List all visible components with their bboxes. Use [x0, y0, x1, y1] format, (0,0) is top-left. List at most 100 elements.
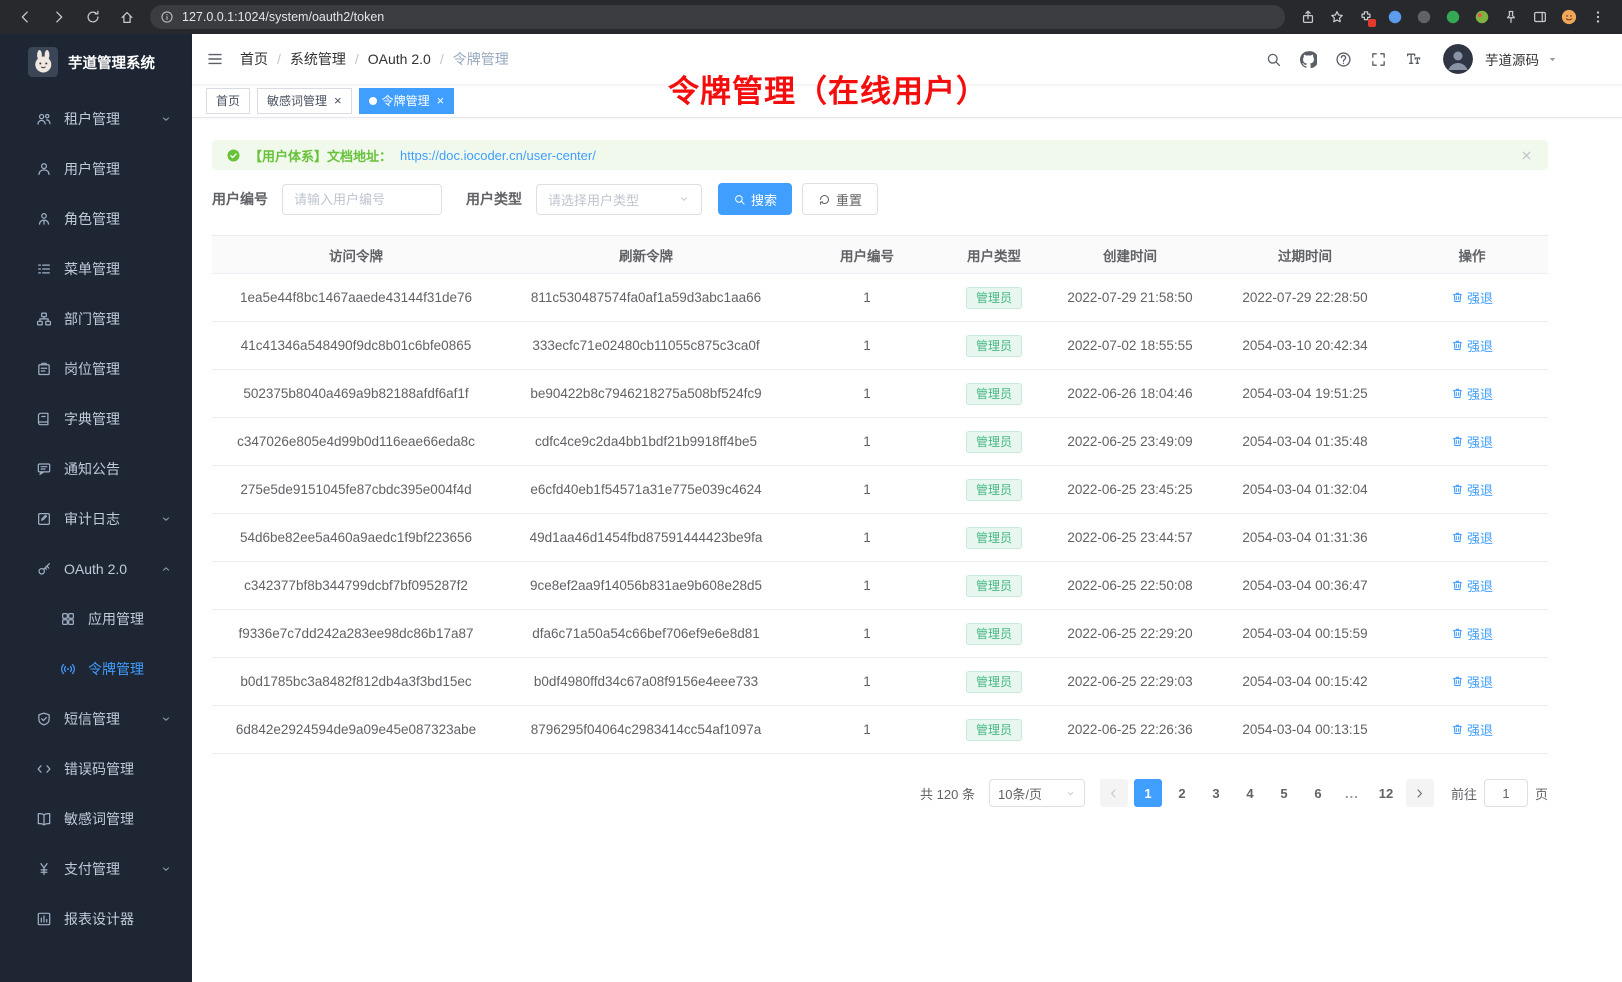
goto-page-input[interactable]: [1484, 779, 1528, 807]
share-icon[interactable]: [1295, 5, 1320, 30]
browser-action-buttons: [1295, 5, 1610, 30]
refresh-icon[interactable]: [80, 4, 106, 30]
sidebar-item-label: OAuth 2.0: [64, 561, 127, 577]
force-logout-button[interactable]: 强退: [1451, 576, 1493, 595]
alert-close-icon[interactable]: [1519, 148, 1534, 163]
sidebar-item-error-code[interactable]: 错误码管理: [0, 744, 192, 794]
question-icon[interactable]: [1330, 46, 1357, 73]
tab-close-icon[interactable]: ×: [437, 94, 445, 107]
sidebar-item-report[interactable]: 报表设计器: [0, 894, 192, 944]
more-pages-button[interactable]: ...: [1338, 779, 1366, 807]
search-button[interactable]: 搜索: [718, 183, 792, 215]
force-logout-button[interactable]: 强退: [1451, 720, 1493, 739]
sidebar-item-sensitive-word[interactable]: 敏感词管理: [0, 794, 192, 844]
sidebar-item-tenant[interactable]: 租户管理: [0, 94, 192, 144]
fullscreen-icon[interactable]: [1365, 46, 1392, 73]
tab-home[interactable]: 首页: [206, 88, 250, 114]
address-bar[interactable]: 127.0.0.1:1024/system/oauth2/token: [150, 5, 1285, 29]
page-1-button[interactable]: 1: [1134, 779, 1162, 807]
page-5-button[interactable]: 5: [1270, 779, 1298, 807]
sidebar-item-post[interactable]: 岗位管理: [0, 344, 192, 394]
breadcrumb-item[interactable]: 首页: [240, 49, 268, 69]
tab-close-icon[interactable]: ×: [334, 94, 342, 107]
chevron-down-icon: [160, 863, 172, 875]
alert-doc-link[interactable]: https://doc.iocoder.cn/user-center/: [400, 148, 596, 163]
breadcrumb-item[interactable]: OAuth 2.0: [368, 51, 431, 67]
dict-icon: [36, 411, 52, 427]
errcode-icon: [36, 761, 52, 777]
search-icon[interactable]: [1260, 46, 1287, 73]
sidebar-item-role[interactable]: 角色管理: [0, 194, 192, 244]
user-type-select[interactable]: 请选择用户类型: [536, 184, 702, 215]
next-page-button[interactable]: [1406, 779, 1434, 807]
sidebar-item-pay[interactable]: 支付管理: [0, 844, 192, 894]
user-type-badge: 管理员: [966, 527, 1022, 549]
back-icon[interactable]: [12, 4, 38, 30]
ext-leaf-icon[interactable]: [1469, 5, 1494, 30]
caret-down-icon[interactable]: [1547, 54, 1558, 65]
ext-green-icon[interactable]: [1440, 5, 1465, 30]
home-icon[interactable]: [114, 4, 140, 30]
prev-page-button[interactable]: [1100, 779, 1128, 807]
breadcrumb-separator: /: [440, 51, 444, 67]
ext-dark-icon[interactable]: [1411, 5, 1436, 30]
user-id-cell: 1: [792, 322, 942, 370]
page-2-button[interactable]: 2: [1168, 779, 1196, 807]
table-row: c342377bf8b344799dcbf7bf095287f29ce8ef2a…: [212, 562, 1548, 610]
profile-avatar[interactable]: [1556, 5, 1581, 30]
sidebar-item-token[interactable]: 令牌管理: [0, 644, 192, 694]
page-6-button[interactable]: 6: [1304, 779, 1332, 807]
font-size-icon[interactable]: [1400, 46, 1427, 73]
access-token-cell: c347026e805e4d99b0d116eae66eda8c: [212, 418, 500, 466]
column-header: 用户编号: [792, 236, 942, 274]
kebab-menu-icon[interactable]: [1585, 5, 1610, 30]
force-logout-button[interactable]: 强退: [1451, 672, 1493, 691]
github-icon[interactable]: [1295, 46, 1322, 73]
tab-token[interactable]: 令牌管理×: [359, 88, 455, 114]
user-id-input[interactable]: [294, 192, 430, 207]
page-4-button[interactable]: 4: [1236, 779, 1264, 807]
sidebar-item-app[interactable]: 应用管理: [0, 594, 192, 644]
force-logout-button[interactable]: 强退: [1451, 624, 1493, 643]
force-logout-button[interactable]: 强退: [1451, 528, 1493, 547]
page-size-select[interactable]: 10条/页: [989, 779, 1085, 807]
site-info-icon[interactable]: [160, 10, 174, 24]
force-logout-button[interactable]: 强退: [1451, 336, 1493, 355]
bookmark-star-icon[interactable]: [1324, 5, 1349, 30]
action-cell: 强退: [1396, 514, 1548, 562]
force-logout-label: 强退: [1467, 384, 1493, 403]
app-logo[interactable]: 芋道管理系统: [0, 34, 192, 90]
sidebar-item-user[interactable]: 用户管理: [0, 144, 192, 194]
force-logout-button[interactable]: 强退: [1451, 432, 1493, 451]
sidebar-item-oauth2[interactable]: OAuth 2.0: [0, 544, 192, 594]
sidebar-item-label: 敏感词管理: [64, 809, 134, 829]
table-row: 502375b8040a469a9b82188afdf6af1fbe90422b…: [212, 370, 1548, 418]
pin-icon[interactable]: [1498, 5, 1523, 30]
sidebar-item-sms[interactable]: 短信管理: [0, 694, 192, 744]
user-type-cell: 管理员: [942, 562, 1046, 610]
force-logout-button[interactable]: 强退: [1451, 288, 1493, 307]
tenant-icon: [36, 111, 52, 127]
sidebar-item-audit-log[interactable]: 审计日志: [0, 494, 192, 544]
sidebar-item-notice[interactable]: 通知公告: [0, 444, 192, 494]
page-3-button[interactable]: 3: [1202, 779, 1230, 807]
reset-icon: [818, 193, 831, 206]
tab-sensitive-word[interactable]: 敏感词管理×: [257, 88, 352, 114]
sidebar-item-dept[interactable]: 部门管理: [0, 294, 192, 344]
side-panel-icon[interactable]: [1527, 5, 1552, 30]
page-12-button[interactable]: 12: [1372, 779, 1400, 807]
force-logout-button[interactable]: 强退: [1451, 480, 1493, 499]
user-avatar[interactable]: [1443, 44, 1473, 74]
force-logout-button[interactable]: 强退: [1451, 384, 1493, 403]
sidebar-item-menu[interactable]: 菜单管理: [0, 244, 192, 294]
user-id-field: [282, 184, 442, 215]
sidebar-item-dict[interactable]: 字典管理: [0, 394, 192, 444]
forward-icon[interactable]: [46, 4, 72, 30]
extensions-icon[interactable]: [1353, 5, 1378, 30]
reset-button[interactable]: 重置: [802, 183, 878, 215]
ext-blue-icon[interactable]: [1382, 5, 1407, 30]
user-type-cell: 管理员: [942, 466, 1046, 514]
breadcrumb-item[interactable]: 系统管理: [290, 49, 346, 69]
hamburger-icon[interactable]: [206, 50, 224, 68]
refresh-token-cell: 811c530487574fa0af1a59d3abc1aa66: [500, 274, 792, 322]
